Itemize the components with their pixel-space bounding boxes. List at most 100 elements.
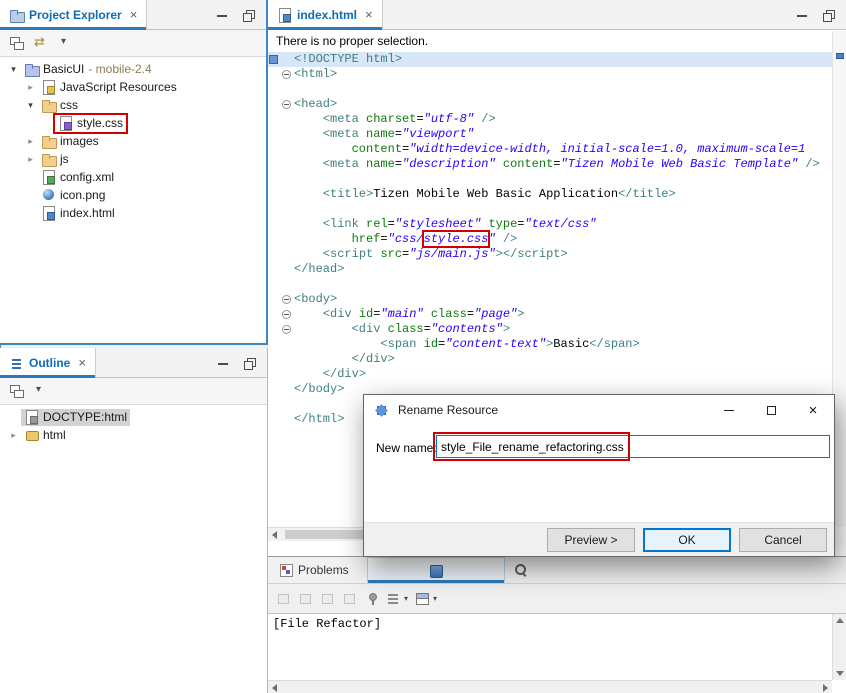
fold-column [280,217,294,232]
tree-item-js[interactable]: ▸js [0,150,266,168]
expand-open-icon[interactable]: ▾ [23,100,38,111]
minimize-icon[interactable] [216,9,228,21]
tree-item-javascript-resources[interactable]: ▸JavaScript Resources [0,78,266,96]
outline-toolbar [0,378,267,405]
link-with-editor-icon[interactable] [34,36,49,50]
code-line: <meta name="viewport" [268,127,832,142]
annotation-column [268,307,280,322]
console-output: [File Refactor] [268,614,846,634]
tree-item-basicui[interactable]: ▾BasicUI - mobile-2.4 [0,60,266,78]
open-console-icon[interactable] [415,592,430,606]
collapse-fold-icon[interactable] [282,100,291,109]
tree-item-content: BasicUI - mobile-2.4 [21,61,155,78]
minimize-icon[interactable] [217,357,229,369]
tab-outline[interactable]: Outline × [0,348,96,377]
fold-column [280,367,294,382]
code-line: <script src="js/main.js"></script> [268,247,832,262]
xml-file-icon [41,170,56,184]
collapse-fold-icon[interactable] [282,310,291,319]
tree-item-label: images [60,134,99,148]
pin-console-icon[interactable] [364,592,379,606]
collapse-fold-icon[interactable] [282,325,291,334]
code-line-text: <meta name="description" content="Tizen … [294,157,820,172]
minimize-icon[interactable] [796,9,808,21]
outline-icon [9,356,24,370]
tree-item-icon-png[interactable]: icon.png [0,186,266,204]
dialog-button-row: Preview > OK Cancel [364,522,834,556]
code-line-text: </body> [294,382,344,397]
bottom-view-panel: Problems ▾ ▾ [File Refactor] [268,556,846,693]
collapse-fold-icon[interactable] [282,295,291,304]
close-icon[interactable]: × [130,7,138,22]
tree-item-config-xml[interactable]: config.xml [0,168,266,186]
tree-item-images[interactable]: ▸ images [0,132,266,150]
collapse-all-icon[interactable] [9,384,24,398]
code-line-text: <head> [294,97,337,112]
annotation-column [268,157,280,172]
annotation-column [268,322,280,337]
expand-closed-icon[interactable]: ▸ [6,430,21,441]
console-view[interactable]: [File Refactor] [268,613,846,693]
display-selected-console-icon[interactable] [386,592,401,606]
tab-project-explorer[interactable]: Project Explorer × [0,0,147,29]
preview-button[interactable]: Preview > [547,528,635,552]
maximize-icon[interactable] [822,9,834,21]
fold-column [280,172,294,187]
code-line-text: </div> [294,352,395,367]
tree-item-html[interactable]: ▸html [0,426,267,444]
code-line-text: </head> [294,262,344,277]
ok-button[interactable]: OK [643,528,731,552]
close-icon[interactable]: × [78,355,86,370]
minimize-icon [724,410,734,411]
dialog-window-controls: × [708,395,834,425]
collapse-fold-icon[interactable] [282,70,291,79]
dialog-close-button[interactable]: × [792,395,834,425]
tab-index-html[interactable]: index.html × [268,0,383,29]
annotation-column [268,277,280,292]
annotation-column [268,187,280,202]
expand-closed-icon[interactable]: ▸ [23,136,38,147]
annotation-column [268,112,280,127]
fold-column [280,187,294,202]
scroll-left-icon[interactable] [272,531,277,539]
scroll-left-icon[interactable] [272,684,277,692]
tree-item-index-html[interactable]: index.html [0,204,266,222]
console-vertical-scrollbar[interactable] [832,614,846,680]
tab-active-view[interactable] [367,557,505,583]
expand-closed-icon[interactable]: ▸ [23,82,38,93]
tree-item-style-css[interactable]: style.css [0,114,266,132]
project-explorer-icon [9,8,24,22]
dialog-maximize-button[interactable] [750,395,792,425]
view-menu-chevron-icon[interactable] [59,36,74,50]
expand-open-icon[interactable]: ▾ [6,64,21,75]
tree-item-label: icon.png [60,188,105,202]
tree-item-content: css [38,97,81,114]
code-line-text: <link rel="stylesheet" type="text/css" [294,217,597,232]
cancel-button[interactable]: Cancel [739,528,827,552]
remove-launch-icon [298,592,313,606]
annotation-column [268,352,280,367]
maximize-icon[interactable] [243,357,255,369]
dialog-minimize-button[interactable] [708,395,750,425]
collapse-all-icon[interactable] [9,36,24,50]
fold-column [280,262,294,277]
expand-closed-icon[interactable]: ▸ [23,154,38,165]
outline-tab-label: Outline [29,356,70,370]
maximize-icon[interactable] [242,9,254,21]
view-menu-chevron-icon[interactable] [34,384,49,398]
tree-item-css[interactable]: ▾css [0,96,266,114]
tab-problems[interactable]: Problems [268,557,359,583]
new-name-input[interactable] [436,435,830,458]
scroll-up-icon[interactable] [836,618,844,623]
code-line-text: content="width=device-width, initial-sca… [294,142,805,157]
scroll-right-icon[interactable] [823,684,828,692]
fold-column [280,412,294,427]
tab-search[interactable] [505,557,537,583]
dropdown-chevron-icon[interactable]: ▾ [404,594,408,603]
scroll-down-icon[interactable] [836,671,844,676]
dropdown-chevron-icon[interactable]: ▾ [433,594,437,603]
close-icon[interactable]: × [365,7,373,22]
dialog-titlebar[interactable]: Rename Resource × [364,395,834,425]
console-horizontal-scrollbar[interactable] [268,680,832,693]
tree-item-doctype-html[interactable]: DOCTYPE:html [0,408,267,426]
